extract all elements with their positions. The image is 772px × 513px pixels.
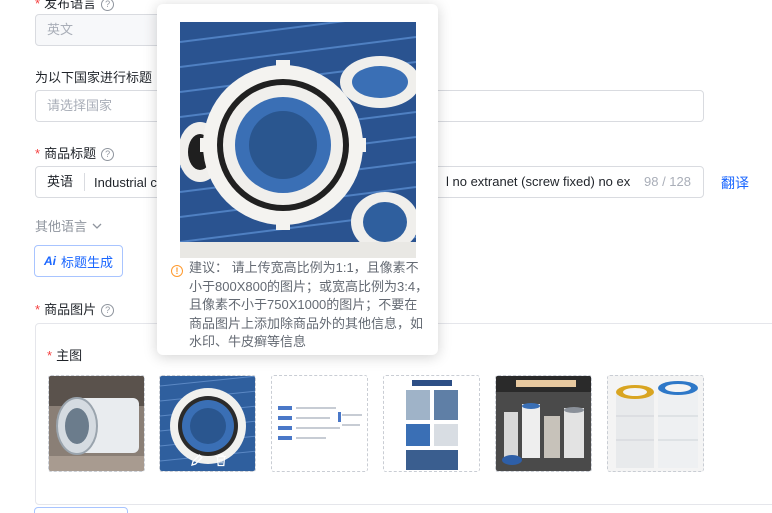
chevron-down-icon	[92, 223, 102, 229]
char-counter: 98 / 128	[644, 174, 691, 189]
help-icon[interactable]: ?	[101, 304, 115, 317]
ai-icon: Ai	[44, 254, 56, 268]
filter-stack-image	[608, 376, 703, 471]
product-image-thumb[interactable]	[607, 375, 704, 472]
warning-icon: !	[171, 265, 183, 277]
ai-title-generate-button[interactable]: Ai 标题生成	[34, 245, 124, 277]
product-title-label: * 商品标题?	[35, 143, 115, 162]
trash-icon[interactable]	[214, 453, 228, 467]
factory-banner-image	[496, 376, 591, 471]
preview-image	[180, 22, 416, 258]
cylinder-filter-image	[49, 376, 144, 471]
tooltip-text: 建议： 请上传宽高比例为1:1，且像素不小于800X800的图片；或宽高比例为3…	[189, 260, 429, 349]
help-icon[interactable]: ?	[101, 148, 115, 161]
product-image-thumb[interactable]	[495, 375, 592, 472]
upload-button[interactable]	[34, 507, 128, 513]
title-value-start: Industrial c	[94, 174, 157, 190]
language-prefix: 英语	[36, 173, 86, 191]
blue-pleated-filter-image	[180, 22, 416, 258]
product-image-thumb[interactable]	[383, 375, 480, 472]
other-languages-toggle[interactable]: 其他语言	[35, 216, 103, 235]
publish-language-label: * 发布语言?	[35, 0, 115, 12]
product-images-label: * 商品图片?	[35, 299, 115, 318]
main-image-label: * 主图	[47, 348, 83, 363]
country-title-label: 为以下国家进行标题	[35, 70, 153, 85]
edit-icon[interactable]	[190, 453, 204, 467]
product-poster-image	[384, 376, 479, 471]
image-preview-tooltip: ! 建议： 请上传宽高比例为1:1，且像素不小于800X800的图片；或宽高比例…	[157, 4, 438, 355]
product-image-thumb[interactable]	[48, 375, 145, 472]
thumb-actions	[160, 449, 255, 471]
title-value-end: l no extranet (screw fixed) no ex	[446, 174, 631, 189]
publish-language-select[interactable]: 英文	[35, 14, 175, 46]
translate-link[interactable]: 翻译	[721, 173, 749, 193]
spec-table-image	[272, 376, 367, 471]
help-icon[interactable]: ?	[101, 0, 115, 11]
product-image-thumb[interactable]	[159, 375, 256, 472]
product-image-thumb[interactable]	[271, 375, 368, 472]
